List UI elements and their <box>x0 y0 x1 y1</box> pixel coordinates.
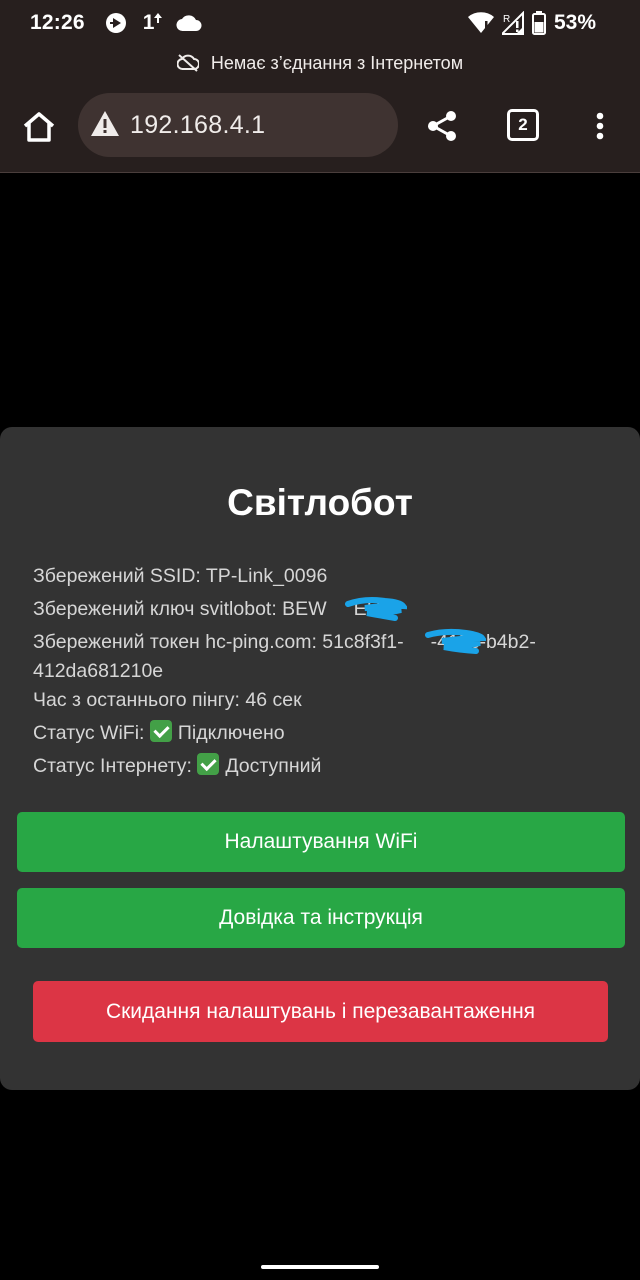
reset-button[interactable]: Скидання налаштувань і перезавантаження <box>33 981 608 1042</box>
warning-icon <box>90 110 120 140</box>
address-bar[interactable]: 192.168.4.1 <box>78 93 398 157</box>
wifi-status-label: Статус WiFi: <box>33 722 145 744</box>
battery-percent: 53% <box>553 11 596 34</box>
signal-badge: 1 <box>142 11 155 34</box>
url-text: 192.168.4.1 <box>130 111 266 139</box>
offline-banner-text: Немає з’єднання з Інтернетом <box>210 52 464 73</box>
wifi-icon <box>467 12 494 34</box>
internet-status: Статус Інтернету: Доступний <box>33 752 613 781</box>
tab-count: 2 <box>518 115 528 134</box>
home-button[interactable] <box>16 104 62 150</box>
help-button[interactable]: Довідка та інструкція <box>17 888 625 948</box>
wifi-status: Статус WiFi: Підключено <box>33 719 613 748</box>
internet-status-value: Доступний <box>225 755 322 777</box>
key-info: Збережений ключ svitlobot: BEW EHT <box>33 595 613 624</box>
share-icon <box>428 111 456 141</box>
cloud-icon <box>176 14 202 32</box>
svg-text:R: R <box>503 14 510 25</box>
signal-one-icon: 1 <box>143 11 163 35</box>
page-title: Світлобот <box>227 482 413 523</box>
check-icon <box>197 753 220 775</box>
offline-banner: Немає з’єднання з Інтернетом <box>0 46 640 80</box>
battery-icon <box>531 11 546 35</box>
status-bar: 12:26 1 R 53% <box>0 0 640 46</box>
menu-button[interactable] <box>578 102 622 150</box>
media-record-icon <box>105 12 127 34</box>
wifi-settings-button[interactable]: Налаштування WiFi <box>17 812 625 872</box>
roaming-signal-icon: R <box>501 11 524 35</box>
wifi-status-value: Підключено <box>177 722 285 744</box>
redaction-scribble <box>425 628 486 654</box>
home-icon <box>23 112 55 142</box>
status-bar-left: 12:26 1 <box>30 0 202 46</box>
wifi-settings-button-label: Налаштування WiFi <box>224 830 418 853</box>
token-info-line2: 412da681210e <box>33 660 164 682</box>
tabs-button[interactable]: 2 <box>500 102 546 148</box>
more-vert-icon <box>596 112 604 140</box>
share-button[interactable] <box>418 102 466 150</box>
redaction-scribble <box>345 597 407 621</box>
browser-toolbar: 192.168.4.1 2 <box>0 80 640 173</box>
reset-button-label: Скидання налаштувань і перезавантаження <box>105 999 536 1023</box>
cloud-off-icon <box>176 54 199 72</box>
status-bar-right: R 53% <box>467 0 596 46</box>
last-ping-info: Час з останнього пінгу: 46 сек <box>33 689 302 711</box>
internet-status-label: Статус Інтернету: <box>33 755 192 777</box>
help-button-label: Довідка та інструкція <box>219 906 423 929</box>
token-info: Збережений токен hc-ping.com: 51c8f3f1- … <box>33 628 613 686</box>
ssid-info: Збережений SSID: TP-Link_0096 <box>33 565 328 587</box>
browser-screen: 12:26 1 R 53% Немає з’єднання з Інтернет… <box>0 0 640 1280</box>
status-clock: 12:26 <box>30 11 85 34</box>
check-icon <box>149 720 172 742</box>
tabs-icon: 2 <box>507 109 539 141</box>
gesture-nav-bar[interactable] <box>261 1265 379 1269</box>
key-info-text: Збережений ключ svitlobot: BEW EHT <box>33 598 393 620</box>
